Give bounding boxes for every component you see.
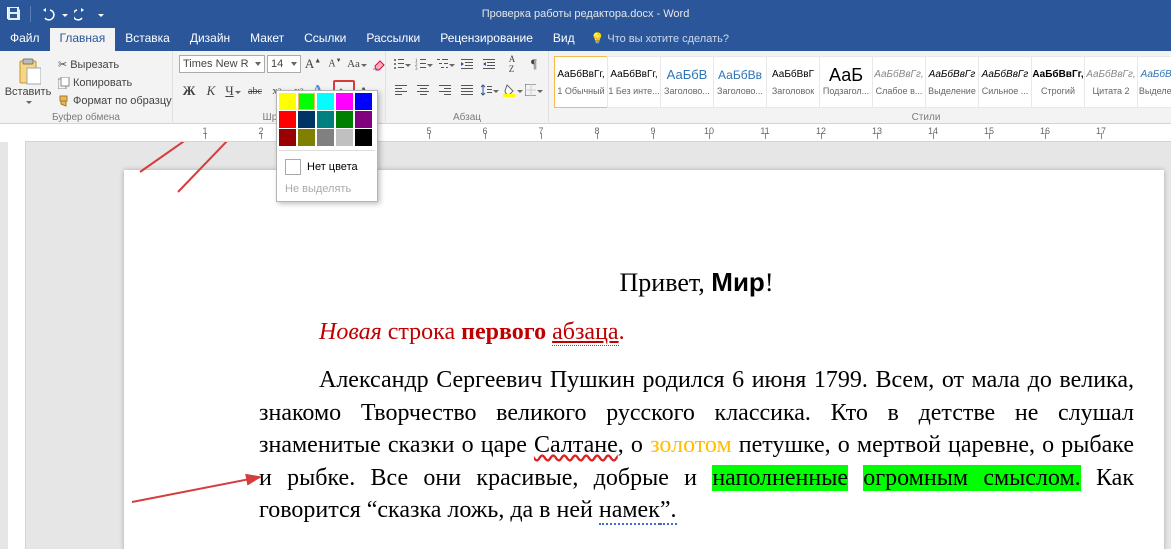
- tab-design[interactable]: Дизайн: [180, 28, 240, 51]
- highlight-swatch[interactable]: [279, 129, 296, 146]
- decrease-indent-button[interactable]: [458, 54, 478, 74]
- style-thumbnail[interactable]: АаБбВвГг,Цитата 2: [1084, 56, 1138, 108]
- tab-view[interactable]: Вид: [543, 28, 585, 51]
- highlight-swatch[interactable]: [355, 93, 372, 110]
- tell-me[interactable]: 💡 Что вы хотите сделать?: [591, 28, 729, 51]
- underline-button[interactable]: Ч: [223, 81, 243, 101]
- highlight-swatch[interactable]: [317, 129, 334, 146]
- tab-file[interactable]: Файл: [0, 28, 50, 51]
- highlight-swatch[interactable]: [355, 111, 372, 128]
- highlight-stop[interactable]: Не выделять: [279, 179, 375, 199]
- bullets-button[interactable]: [392, 54, 412, 74]
- tab-layout[interactable]: Макет: [240, 28, 294, 51]
- italic-button[interactable]: К: [201, 81, 221, 101]
- highlight-swatches: [279, 93, 375, 146]
- style-thumbnail[interactable]: АаБбВвЗаголово...: [713, 56, 767, 108]
- paragraph-group: 123 AZ ¶ Абзац: [386, 51, 549, 126]
- bold-button[interactable]: Ж: [179, 81, 199, 101]
- increase-indent-button[interactable]: [480, 54, 500, 74]
- justify-button[interactable]: [458, 80, 478, 100]
- tab-mailings[interactable]: Рассылки: [356, 28, 430, 51]
- highlight-swatch[interactable]: [279, 93, 296, 110]
- format-painter-button[interactable]: Формат по образцу: [54, 93, 176, 109]
- ribbon-tabs: Файл Главная Вставка Дизайн Макет Ссылки…: [0, 28, 1171, 51]
- strikethrough-button[interactable]: abc: [245, 81, 265, 101]
- tab-insert[interactable]: Вставка: [115, 28, 180, 51]
- page: Привет, Мир! Новая строка первого абзаца…: [124, 170, 1164, 549]
- styles-gallery[interactable]: АаБбВвГг,1 ОбычныйАаБбВвГг,1 Без инте...…: [555, 56, 1171, 108]
- font-name-combo[interactable]: Times New R: [179, 55, 265, 73]
- doc-paragraph: Александр Сергеевич Пушкин родился 6 июн…: [259, 364, 1134, 526]
- style-thumbnail[interactable]: АаБбВвГгВыделенн...: [1137, 56, 1171, 108]
- copy-icon: [58, 77, 70, 89]
- tell-me-text: Что вы хотите сделать?: [607, 33, 729, 45]
- change-case-button[interactable]: Aa: [347, 54, 367, 74]
- style-thumbnail[interactable]: АаБбВвГг,1 Без инте...: [607, 56, 661, 108]
- show-marks-button[interactable]: ¶: [524, 54, 544, 74]
- align-right-button[interactable]: [436, 80, 456, 100]
- font-size-combo[interactable]: 14: [267, 55, 301, 73]
- highlight-swatch[interactable]: [336, 93, 353, 110]
- highlight-swatch[interactable]: [336, 129, 353, 146]
- styles-group: АаБбВвГг,1 ОбычныйАаБбВвГг,1 Без инте...…: [549, 51, 1171, 126]
- clipboard-group: Вставить ✂Вырезать Копировать Формат по …: [0, 51, 173, 126]
- cut-button[interactable]: ✂Вырезать: [54, 56, 176, 73]
- increase-font-size-button[interactable]: A▲: [303, 54, 323, 74]
- align-left-button[interactable]: [392, 80, 412, 100]
- ribbon: Вставить ✂Вырезать Копировать Формат по …: [0, 51, 1171, 124]
- style-thumbnail[interactable]: АаБбВвГг,Слабое в...: [872, 56, 926, 108]
- highlight-swatch[interactable]: [298, 111, 315, 128]
- decrease-font-size-button[interactable]: A▼: [325, 54, 345, 74]
- highlight-no-color[interactable]: Нет цвета: [279, 155, 375, 179]
- highlight-swatch[interactable]: [355, 129, 372, 146]
- horizontal-ruler[interactable]: 1234567891011121314151617: [25, 124, 1171, 142]
- style-thumbnail[interactable]: АаБбВвГг,Строгий: [1031, 56, 1085, 108]
- style-thumbnail[interactable]: АаБбВЗаголово...: [660, 56, 714, 108]
- highlight-swatch[interactable]: [298, 129, 315, 146]
- tab-home[interactable]: Главная: [50, 28, 116, 51]
- paste-more-icon[interactable]: [26, 101, 32, 107]
- paste-button[interactable]: Вставить: [6, 54, 50, 104]
- style-thumbnail[interactable]: АаБПодзагол...: [819, 56, 873, 108]
- doc-line-2: Новая строка первого абзаца.: [259, 316, 1134, 348]
- svg-text:3: 3: [415, 67, 418, 70]
- tab-references[interactable]: Ссылки: [294, 28, 356, 51]
- sort-button[interactable]: AZ: [502, 54, 522, 74]
- paste-label: Вставить: [5, 86, 52, 98]
- shading-icon: [502, 83, 516, 97]
- copy-button[interactable]: Копировать: [54, 75, 176, 91]
- style-thumbnail[interactable]: АаБбВвГгСильное ...: [978, 56, 1032, 108]
- borders-button[interactable]: [524, 80, 544, 100]
- highlight-color-popup: Нет цвета Не выделять: [276, 90, 378, 202]
- vertical-ruler[interactable]: [8, 142, 26, 549]
- align-center-button[interactable]: [414, 80, 434, 100]
- highlight-swatch[interactable]: [336, 111, 353, 128]
- highlight-swatch[interactable]: [317, 93, 334, 110]
- tab-review[interactable]: Рецензирование: [430, 28, 543, 51]
- workspace: Привет, Мир! Новая строка первого абзаца…: [0, 142, 1171, 549]
- window-title: Проверка работы редактора.docx - Word: [0, 8, 1171, 20]
- scissors-icon: ✂: [58, 58, 67, 71]
- eraser-icon: [372, 57, 386, 71]
- highlight-swatch[interactable]: [298, 93, 315, 110]
- shading-button[interactable]: [502, 80, 522, 100]
- title-bar: Проверка работы редактора.docx - Word: [0, 0, 1171, 28]
- numbering-button[interactable]: 123: [414, 54, 434, 74]
- highlight-swatch[interactable]: [279, 111, 296, 128]
- style-thumbnail[interactable]: АаБбВвГг,1 Обычный: [554, 56, 608, 108]
- highlight-swatch[interactable]: [317, 111, 334, 128]
- multilevel-list-button[interactable]: [436, 54, 456, 74]
- style-thumbnail[interactable]: АаБбВвГгВыделение: [925, 56, 979, 108]
- format-painter-icon: [58, 95, 70, 107]
- doc-line-1: Привет, Мир!: [259, 265, 1134, 300]
- style-thumbnail[interactable]: АаБбВвГЗаголовок: [766, 56, 820, 108]
- line-spacing-button[interactable]: [480, 80, 500, 100]
- document-body[interactable]: Привет, Мир! Новая строка первого абзаца…: [259, 265, 1134, 526]
